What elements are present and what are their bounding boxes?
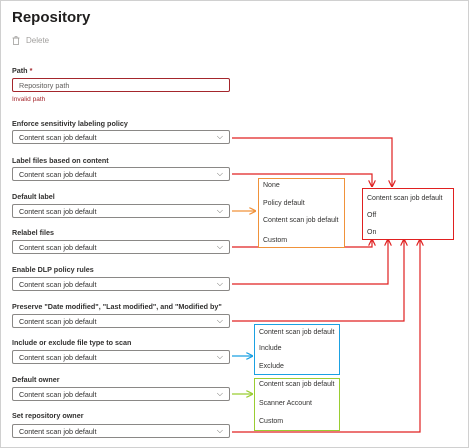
owner-options-callout: Content scan job default Scanner Account… <box>254 378 340 431</box>
option-custom: Custom <box>259 418 284 425</box>
option-content-scan-default: Content scan job default <box>259 329 335 336</box>
toggle-options-callout: Content scan job default Off On <box>362 188 454 240</box>
option-content-scan-default: Content scan job default <box>263 217 339 224</box>
option-content-scan-default: Content scan job default <box>259 381 335 388</box>
option-scanner-account: Scanner Account <box>259 400 312 407</box>
option-include: Include <box>259 345 282 352</box>
option-none: None <box>263 182 280 189</box>
option-content-scan-default: Content scan job default <box>367 195 443 202</box>
option-on: On <box>367 229 377 236</box>
file-type-options-callout: Content scan job default Include Exclude <box>254 324 340 375</box>
default-label-options-callout: None Policy default Content scan job def… <box>258 178 345 248</box>
option-policy-default: Policy default <box>263 200 305 207</box>
option-off: Off <box>367 212 377 219</box>
option-exclude: Exclude <box>259 363 284 370</box>
option-custom: Custom <box>263 237 288 244</box>
